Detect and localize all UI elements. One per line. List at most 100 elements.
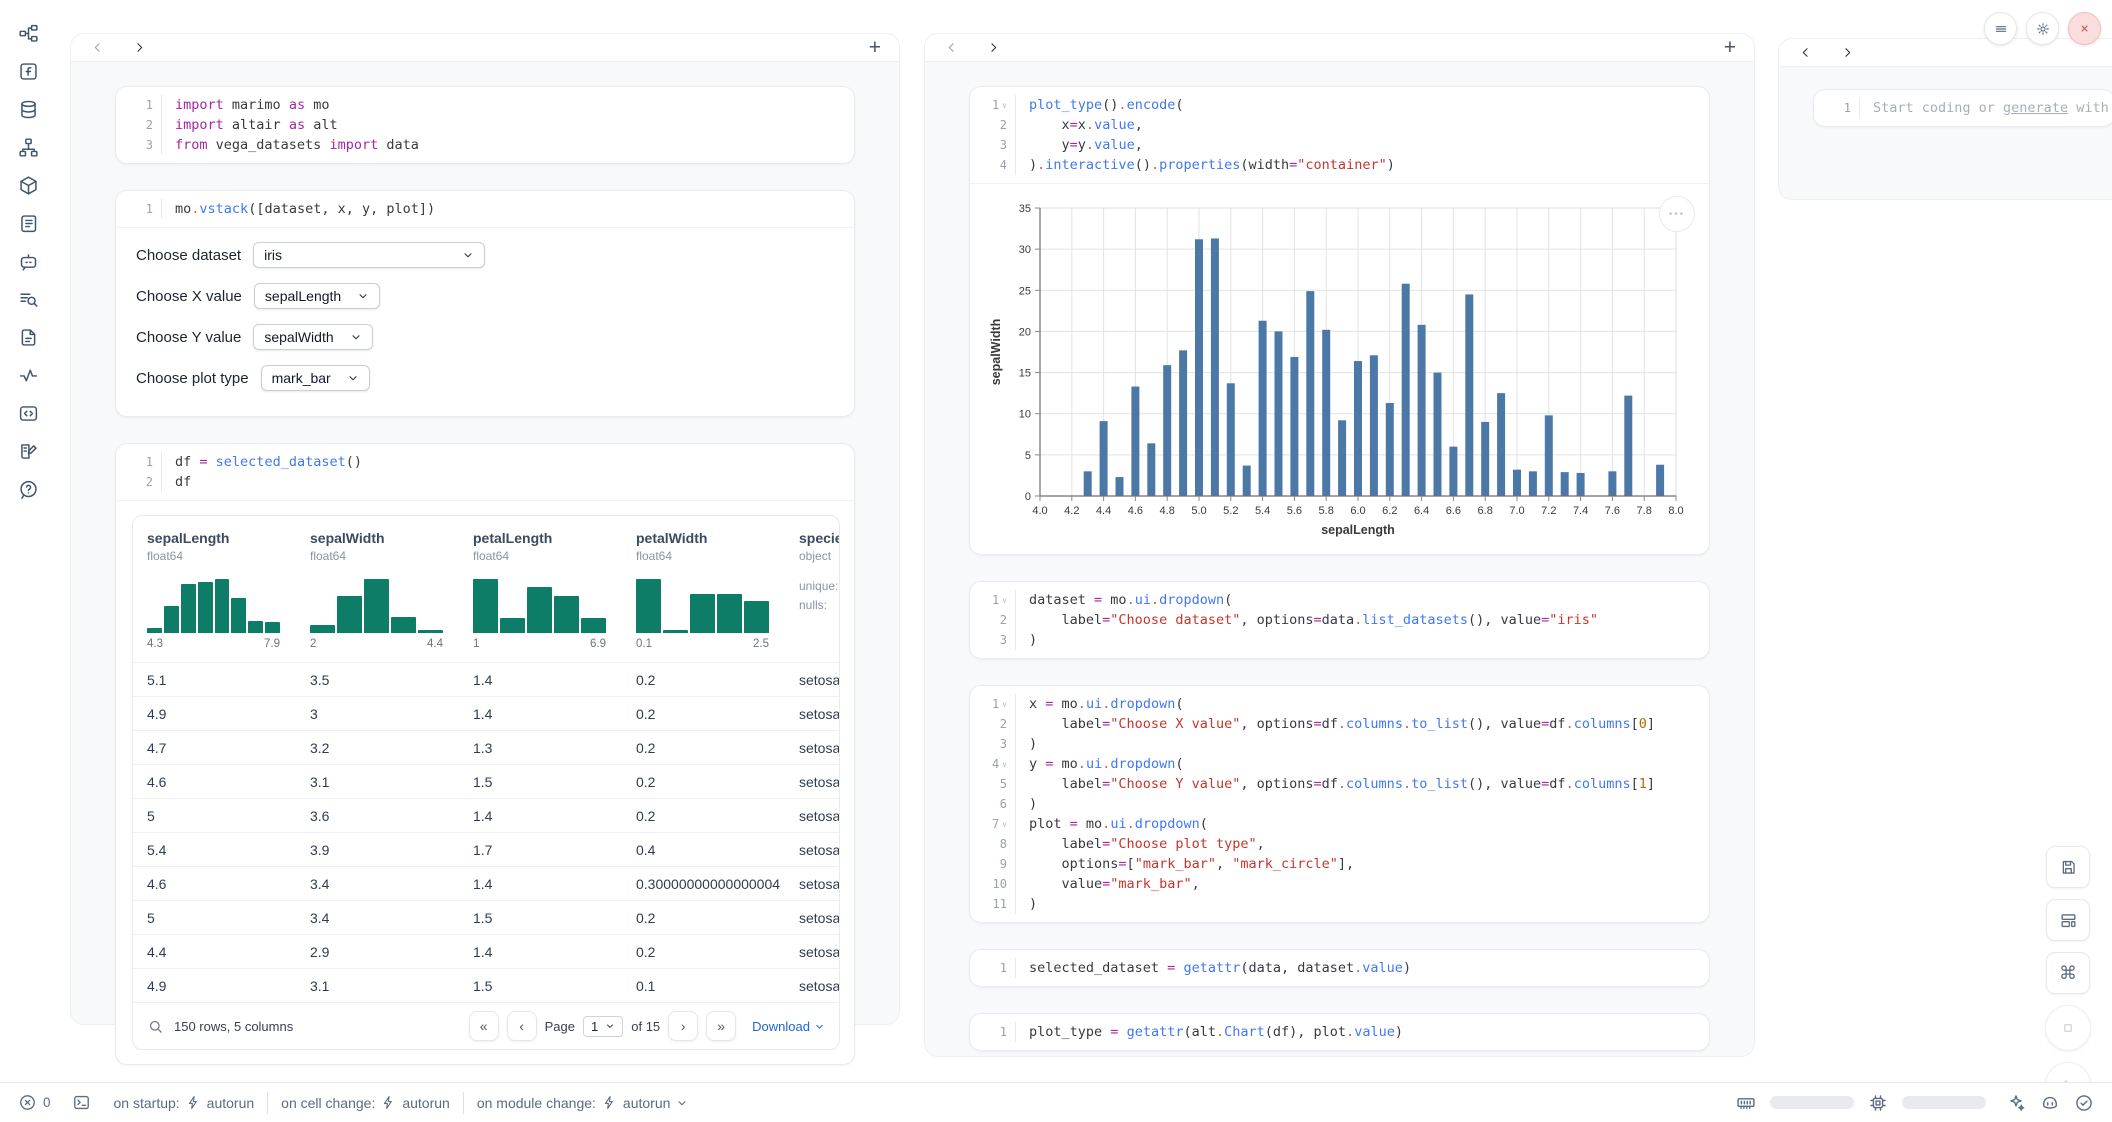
download-button[interactable]: Download [752,1019,825,1034]
runtime-config-0[interactable]: on startup:autorun [114,1095,255,1111]
code-editor[interactable]: 1mo.vstack([dataset, x, y, plot]) [116,191,854,227]
dropdown-value: mark_bar [272,370,331,386]
chart-menu-button[interactable]: ••• [1659,196,1695,232]
dependency-graph-icon[interactable] [17,136,39,158]
close-panel-button[interactable] [2068,12,2101,45]
column-range: 0.12.5 [636,638,769,656]
stop-button[interactable] [2045,1005,2091,1051]
copilot-button[interactable] [2040,1093,2060,1113]
runtime-config-2[interactable]: on module change:autorun [477,1095,689,1111]
variables-icon[interactable] [17,60,39,82]
first-page-button[interactable]: « [469,1011,499,1041]
code-editor[interactable]: 1∨x = mo.ui.dropdown(2 label="Choose X v… [970,686,1709,922]
table-row[interactable]: 5.13.51.40.2setosa [133,663,840,697]
panel-back-icon[interactable] [943,40,959,56]
table-row[interactable]: 4.73.21.30.2setosa [133,731,840,765]
fold-toggle-icon[interactable]: ∨ [1002,96,1007,116]
table-row[interactable]: 4.93.11.50.1setosa [133,969,840,1003]
table-row[interactable]: 5.43.91.70.4setosa [133,833,840,867]
histogram-bar [391,617,416,633]
settings-button[interactable] [2026,12,2059,45]
code-editor[interactable]: 1Start coding or generate with AI [1814,90,2112,126]
svg-text:5.8: 5.8 [1319,505,1334,517]
panel-forward-icon[interactable] [985,40,1001,56]
layout-button[interactable] [2046,899,2090,941]
fold-toggle-icon[interactable]: ∨ [1002,755,1007,775]
documentation-icon[interactable] [17,326,39,348]
dropdown-choose-x-value[interactable]: sepalLength [254,283,380,309]
table-row[interactable]: 4.42.91.40.2setosa [133,935,840,969]
next-page-button[interactable]: › [668,1011,698,1041]
previous-page-button[interactable]: ‹ [507,1011,537,1041]
dropdown-choose-plot-type[interactable]: mark_bar [261,365,370,391]
column-header-petalWidth[interactable]: petalWidthfloat640.12.5 [622,516,785,663]
table-row[interactable]: 4.931.40.2setosa [133,697,840,731]
connection-status-icon[interactable] [2074,1093,2094,1113]
table-row[interactable]: 53.61.40.2setosa [133,799,840,833]
table-cell: setosa [785,867,840,901]
fold-toggle-icon[interactable]: ∨ [1002,591,1007,611]
panel-forward-icon[interactable] [1839,45,1855,61]
logs-icon[interactable] [17,212,39,234]
packages-icon[interactable] [17,174,39,196]
dropdown-choose-dataset[interactable]: iris [253,242,485,268]
page-select[interactable]: 1 [583,1016,623,1037]
panel-back-icon[interactable] [1797,45,1813,61]
save-button[interactable] [2046,846,2090,888]
runtime-config-1[interactable]: on cell change:autorun [281,1095,450,1111]
svg-text:25: 25 [1019,285,1031,297]
bar-chart[interactable]: 4.04.24.44.64.85.05.25.45.65.86.06.26.46… [984,196,1684,546]
column-header-species[interactable]: speciesobjectunique:nulls: [785,516,840,663]
empty-code-cell[interactable]: 1Start coding or generate with AI [1813,89,2112,127]
code-editor[interactable]: 1∨plot_type().encode(2 x=x.value,3 y=y.v… [970,87,1709,183]
code-cell: 1∨x = mo.ui.dropdown(2 label="Choose X v… [969,685,1710,923]
panel-back-icon[interactable] [89,40,105,56]
table-cell: 3.4 [296,901,459,935]
generate-with-ai-link[interactable]: generate [2003,100,2068,116]
dropdown-choose-y-value[interactable]: sepalWidth [253,324,372,350]
control-label: Choose plot type [136,370,249,387]
table-row[interactable]: 53.41.50.2setosa [133,901,840,935]
tracing-icon[interactable] [17,364,39,386]
runtime-config-value: autorun [207,1095,254,1111]
snippets-icon[interactable] [17,402,39,424]
column-header-sepalLength[interactable]: sepalLengthfloat644.37.9 [133,516,296,663]
file-explorer-icon[interactable] [17,22,39,44]
code-text: from vega_datasets import data [162,135,419,155]
code-editor[interactable]: 1selected_dataset = getattr(data, datase… [970,950,1709,986]
svg-text:8.0: 8.0 [1668,505,1683,517]
add-cell-button[interactable]: + [1724,37,1736,58]
column-header-petalLength[interactable]: petalLengthfloat6416.9 [459,516,622,663]
code-editor[interactable]: 1∨dataset = mo.ui.dropdown(2 label="Choo… [970,582,1709,658]
search-icon[interactable] [147,1018,164,1035]
control-row: Choose datasetiris [136,242,834,268]
table-row[interactable]: 4.63.11.50.2setosa [133,765,840,799]
code-line: 7∨plot = mo.ui.dropdown( [970,814,1709,834]
autorun-bolt-icon [186,1095,201,1110]
table-cell: 1.3 [459,731,622,765]
autorun-bolt-icon [602,1095,617,1110]
terminal-button[interactable] [72,1093,91,1112]
keyboard-shortcuts-button[interactable]: ⌘ [2046,952,2090,994]
add-cell-button[interactable]: + [869,37,881,58]
error-indicator[interactable]: 0 [18,1093,51,1112]
notebook-icon[interactable] [17,440,39,462]
fold-toggle-icon[interactable]: ∨ [1002,815,1007,835]
datasources-icon[interactable] [17,98,39,120]
panel-forward-icon[interactable] [131,40,147,56]
code-editor[interactable]: 1import marimo as mo2import altair as al… [116,87,854,163]
table-row[interactable]: 4.63.41.40.30000000000000004setosa [133,867,840,901]
menu-button[interactable] [1984,12,2017,45]
table-cell: setosa [785,663,840,697]
last-page-button[interactable]: » [706,1011,736,1041]
code-editor[interactable]: 1plot_type = getattr(alt.Chart(df), plot… [970,1014,1709,1050]
svg-text:7.2: 7.2 [1541,505,1556,517]
table-cell: 5.1 [133,663,296,697]
scratchpad-icon[interactable] [17,288,39,310]
column-header-sepalWidth[interactable]: sepalWidthfloat6424.4 [296,516,459,663]
code-editor[interactable]: 1df = selected_dataset()2df [116,444,854,500]
ai-sparkles-button[interactable] [2006,1093,2026,1113]
help-icon[interactable] [17,478,39,500]
fold-toggle-icon[interactable]: ∨ [1002,695,1007,715]
ai-chat-icon[interactable] [17,250,39,272]
